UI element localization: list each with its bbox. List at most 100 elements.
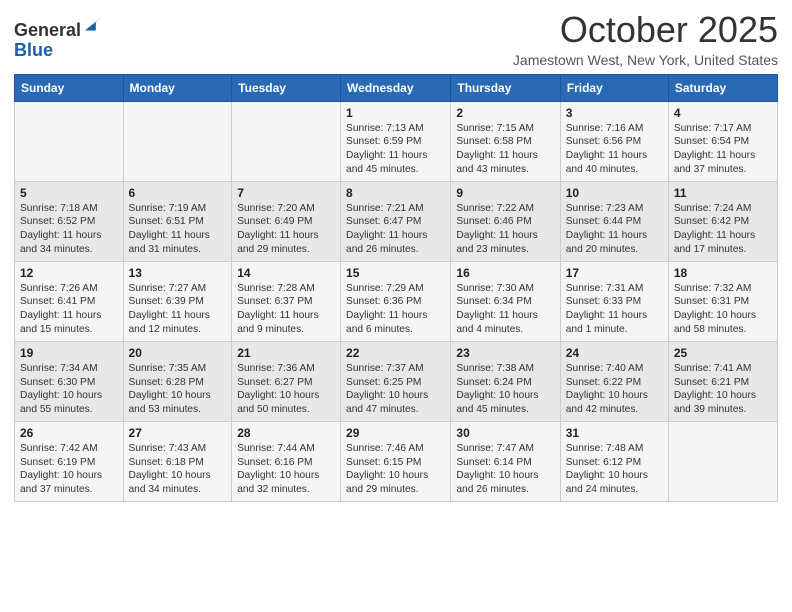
calendar-day-28: 28Sunrise: 7:44 AMSunset: 6:16 PMDayligh…: [232, 421, 341, 501]
calendar-day-11: 11 Sunrise: 7:24 AMSunset: 6:42 PMDayligh…: [668, 181, 777, 261]
day-number: 9: [456, 186, 554, 200]
day-number: 7: [237, 186, 335, 200]
day-info: Sunrise: 7:38 AMSunset: 6:24 PMDaylight:…: [456, 362, 554, 417]
day-number: 3: [566, 106, 663, 120]
month-title: October 2025: [513, 10, 778, 50]
calendar-empty-cell: [668, 421, 777, 501]
day-info: Sunrise: 7:48 AMSunset: 6:12 PMDaylight:…: [566, 442, 663, 497]
calendar-table: SundayMondayTuesdayWednesdayThursdayFrid…: [14, 74, 778, 502]
calendar-day-9: 9 Sunrise: 7:22 AMSunset: 6:46 PMDaylight…: [451, 181, 560, 261]
day-info: Sunrise: 7:31 AMSunset: 6:33 PMDaylight:…: [566, 282, 663, 337]
logo-icon: [83, 14, 105, 36]
day-info: Sunrise: 7:16 AMSunset: 6:56 PMDaylight:…: [566, 122, 663, 177]
day-number: 20: [129, 346, 227, 360]
day-info: Sunrise: 7:42 AMSunset: 6:19 PMDaylight:…: [20, 442, 118, 497]
column-header-monday: Monday: [123, 74, 232, 101]
day-number: 26: [20, 426, 118, 440]
day-info: Sunrise: 7:40 AMSunset: 6:22 PMDaylight:…: [566, 362, 663, 417]
calendar-day-23: 23 Sunrise: 7:38 AMSunset: 6:24 PMDayligh…: [451, 341, 560, 421]
calendar-day-21: 21Sunrise: 7:36 AMSunset: 6:27 PMDayligh…: [232, 341, 341, 421]
day-number: 16: [456, 266, 554, 280]
calendar-week-row: 26 Sunrise: 7:42 AMSunset: 6:19 PMDayligh…: [15, 421, 778, 501]
column-header-thursday: Thursday: [451, 74, 560, 101]
day-number: 10: [566, 186, 663, 200]
column-header-friday: Friday: [560, 74, 668, 101]
title-block: October 2025 Jamestown West, New York, U…: [513, 10, 778, 68]
calendar-day-27: 27Sunrise: 7:43 AMSunset: 6:18 PMDayligh…: [123, 421, 232, 501]
day-info: Sunrise: 7:20 AMSunset: 6:49 PMDaylight:…: [237, 202, 335, 257]
calendar-day-12: 12 Sunrise: 7:26 AMSunset: 6:41 PMDayligh…: [15, 261, 124, 341]
calendar-day-1: 1 Sunrise: 7:13 AMSunset: 6:59 PMDaylight…: [341, 101, 451, 181]
day-number: 12: [20, 266, 118, 280]
day-info: Sunrise: 7:18 AMSunset: 6:52 PMDaylight:…: [20, 202, 118, 257]
day-number: 14: [237, 266, 335, 280]
calendar-week-row: 5 Sunrise: 7:18 AMSunset: 6:52 PMDaylight…: [15, 181, 778, 261]
day-info: Sunrise: 7:21 AMSunset: 6:47 PMDaylight:…: [346, 202, 445, 257]
day-info: Sunrise: 7:32 AMSunset: 6:31 PMDaylight:…: [674, 282, 772, 337]
header: General Blue October 2025 Jamestown West…: [14, 10, 778, 68]
calendar-day-26: 26 Sunrise: 7:42 AMSunset: 6:19 PMDayligh…: [15, 421, 124, 501]
calendar-day-16: 16 Sunrise: 7:30 AMSunset: 6:34 PMDayligh…: [451, 261, 560, 341]
day-number: 31: [566, 426, 663, 440]
day-info: Sunrise: 7:41 AMSunset: 6:21 PMDaylight:…: [674, 362, 772, 417]
day-info: Sunrise: 7:46 AMSunset: 6:15 PMDaylight:…: [346, 442, 445, 497]
calendar-day-4: 4 Sunrise: 7:17 AMSunset: 6:54 PMDaylight…: [668, 101, 777, 181]
day-info: Sunrise: 7:30 AMSunset: 6:34 PMDaylight:…: [456, 282, 554, 337]
day-number: 29: [346, 426, 445, 440]
calendar-day-8: 8 Sunrise: 7:21 AMSunset: 6:47 PMDaylight…: [341, 181, 451, 261]
day-info: Sunrise: 7:23 AMSunset: 6:44 PMDaylight:…: [566, 202, 663, 257]
day-number: 27: [129, 426, 227, 440]
location-subtitle: Jamestown West, New York, United States: [513, 52, 778, 68]
day-number: 15: [346, 266, 445, 280]
calendar-empty-cell: [232, 101, 341, 181]
calendar-day-13: 13 Sunrise: 7:27 AMSunset: 6:39 PMDayligh…: [123, 261, 232, 341]
day-number: 24: [566, 346, 663, 360]
calendar-week-row: 1 Sunrise: 7:13 AMSunset: 6:59 PMDaylight…: [15, 101, 778, 181]
calendar-day-15: 15 Sunrise: 7:29 AMSunset: 6:36 PMDayligh…: [341, 261, 451, 341]
day-info: Sunrise: 7:29 AMSunset: 6:36 PMDaylight:…: [346, 282, 445, 337]
logo-blue-text: Blue: [14, 40, 53, 60]
day-info: Sunrise: 7:27 AMSunset: 6:39 PMDaylight:…: [129, 282, 227, 337]
calendar-day-3: 3 Sunrise: 7:16 AMSunset: 6:56 PMDaylight…: [560, 101, 668, 181]
calendar-day-17: 17 Sunrise: 7:31 AMSunset: 6:33 PMDayligh…: [560, 261, 668, 341]
day-number: 13: [129, 266, 227, 280]
calendar-day-20: 20Sunrise: 7:35 AMSunset: 6:28 PMDayligh…: [123, 341, 232, 421]
day-number: 6: [129, 186, 227, 200]
calendar-day-31: 31 Sunrise: 7:48 AMSunset: 6:12 PMDayligh…: [560, 421, 668, 501]
day-info: Sunrise: 7:24 AMSunset: 6:42 PMDaylight:…: [674, 202, 772, 257]
day-info: Sunrise: 7:26 AMSunset: 6:41 PMDaylight:…: [20, 282, 118, 337]
column-header-wednesday: Wednesday: [341, 74, 451, 101]
calendar-day-6: 6 Sunrise: 7:19 AMSunset: 6:51 PMDaylight…: [123, 181, 232, 261]
day-info: Sunrise: 7:13 AMSunset: 6:59 PMDaylight:…: [346, 122, 445, 177]
calendar-day-29: 29 Sunrise: 7:46 AMSunset: 6:15 PMDayligh…: [341, 421, 451, 501]
calendar-empty-cell: [15, 101, 124, 181]
day-info: Sunrise: 7:17 AMSunset: 6:54 PMDaylight:…: [674, 122, 772, 177]
calendar-day-25: 25 Sunrise: 7:41 AMSunset: 6:21 PMDayligh…: [668, 341, 777, 421]
calendar-day-7: 7 Sunrise: 7:20 AMSunset: 6:49 PMDaylight…: [232, 181, 341, 261]
day-number: 5: [20, 186, 118, 200]
day-number: 17: [566, 266, 663, 280]
day-info: Sunrise: 7:34 AMSunset: 6:30 PMDaylight:…: [20, 362, 118, 417]
logo-general-text: General: [14, 20, 81, 40]
calendar-day-22: 22Sunrise: 7:37 AMSunset: 6:25 PMDayligh…: [341, 341, 451, 421]
page: General Blue October 2025 Jamestown West…: [0, 0, 792, 612]
day-info: Sunrise: 7:37 AMSunset: 6:25 PMDaylight:…: [346, 362, 445, 417]
day-info: Sunrise: 7:22 AMSunset: 6:46 PMDaylight:…: [456, 202, 554, 257]
day-info: Sunrise: 7:36 AMSunset: 6:27 PMDaylight:…: [237, 362, 335, 417]
day-number: 11: [674, 186, 772, 200]
calendar-day-18: 18Sunrise: 7:32 AMSunset: 6:31 PMDayligh…: [668, 261, 777, 341]
calendar-week-row: 12 Sunrise: 7:26 AMSunset: 6:41 PMDayligh…: [15, 261, 778, 341]
day-number: 28: [237, 426, 335, 440]
day-number: 4: [674, 106, 772, 120]
calendar-day-2: 2Sunrise: 7:15 AMSunset: 6:58 PMDaylight…: [451, 101, 560, 181]
calendar-day-5: 5 Sunrise: 7:18 AMSunset: 6:52 PMDaylight…: [15, 181, 124, 261]
day-info: Sunrise: 7:19 AMSunset: 6:51 PMDaylight:…: [129, 202, 227, 257]
day-number: 25: [674, 346, 772, 360]
calendar-day-30: 30Sunrise: 7:47 AMSunset: 6:14 PMDayligh…: [451, 421, 560, 501]
calendar-day-14: 14Sunrise: 7:28 AMSunset: 6:37 PMDayligh…: [232, 261, 341, 341]
day-number: 2: [456, 106, 554, 120]
day-number: 23: [456, 346, 554, 360]
day-number: 8: [346, 186, 445, 200]
day-number: 1: [346, 106, 445, 120]
calendar-header-row: SundayMondayTuesdayWednesdayThursdayFrid…: [15, 74, 778, 101]
